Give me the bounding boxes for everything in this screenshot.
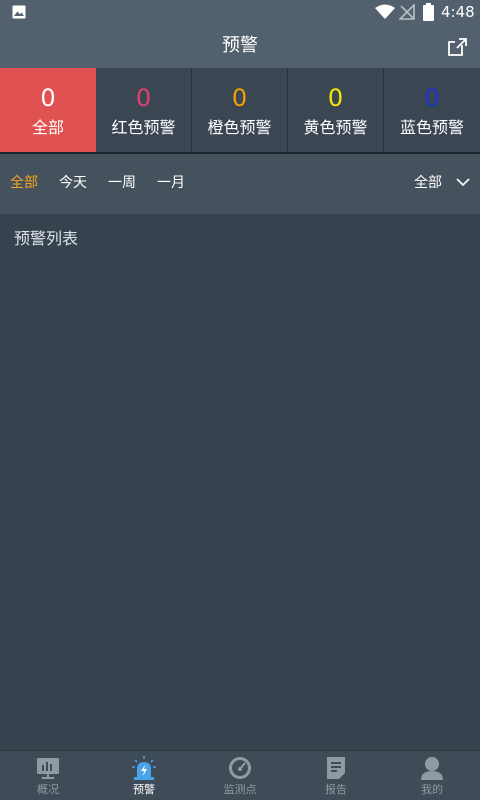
nav-label: 预警 — [133, 783, 155, 796]
dropdown-value: 全部 — [414, 175, 442, 191]
share-icon[interactable] — [446, 35, 470, 59]
battery-icon — [423, 3, 434, 21]
page-title: 预警 — [222, 35, 258, 56]
nav-label: 我的 — [421, 783, 443, 796]
no-signal-icon — [399, 4, 415, 20]
overview-chart-icon — [37, 758, 59, 779]
filter-tab-month[interactable]: 一月 — [157, 173, 185, 193]
user-icon — [421, 757, 443, 780]
filter-tab-all[interactable]: 全部 — [10, 173, 38, 193]
nav-item-monitoring-points[interactable]: 监测点 — [192, 751, 288, 800]
level-label: 蓝色预警 — [399, 118, 464, 137]
title-bar: 预警 — [0, 24, 480, 68]
level-count: 0 — [40, 84, 56, 112]
level-label: 红色预警 — [111, 118, 176, 137]
level-tab-red[interactable]: 0 红色预警 — [96, 68, 192, 152]
level-count: 0 — [327, 84, 344, 112]
warning-screen: 4:48 预警 0 全部 0 红色预警 0 橙色预警 0 黄色预警 0 蓝色预警 — [0, 0, 480, 800]
level-label: 橙色预警 — [207, 118, 272, 137]
level-count: 0 — [135, 84, 152, 112]
level-tab-all[interactable]: 0 全部 — [0, 68, 96, 152]
warning-list-title: 预警列表 — [14, 229, 79, 248]
chevron-down-icon — [456, 178, 470, 187]
nav-label: 监测点 — [223, 783, 257, 796]
wifi-icon — [375, 4, 395, 19]
time-filter-bar: 全部 今天 一周 一月 全部 — [0, 154, 480, 214]
level-label: 黄色预警 — [303, 118, 368, 137]
level-tab-blue[interactable]: 0 蓝色预警 — [384, 68, 480, 152]
filter-tab-week[interactable]: 一周 — [108, 173, 136, 193]
level-count: 0 — [231, 84, 248, 112]
level-tab-yellow[interactable]: 0 黄色预警 — [288, 68, 384, 152]
gauge-icon — [229, 757, 251, 779]
level-tab-orange[interactable]: 0 橙色预警 — [192, 68, 288, 152]
report-icon — [327, 757, 345, 779]
level-count: 0 — [424, 84, 440, 112]
nav-label: 概况 — [37, 783, 59, 796]
alarm-light-icon — [132, 756, 156, 780]
gallery-icon — [12, 5, 26, 19]
status-bar: 4:48 — [0, 0, 480, 24]
nav-item-report[interactable]: 报告 — [288, 751, 384, 800]
nav-item-mine[interactable]: 我的 — [384, 751, 480, 800]
nav-label: 报告 — [325, 783, 347, 796]
nav-item-overview[interactable]: 概况 — [0, 751, 96, 800]
warning-level-tabs: 0 全部 0 红色预警 0 橙色预警 0 黄色预警 0 蓝色预警 — [0, 68, 480, 152]
status-time: 4:48 — [441, 3, 475, 21]
bottom-navigation: 概况 预警 监测点 报告 我的 — [0, 750, 480, 800]
nav-item-warning[interactable]: 预警 — [96, 751, 192, 800]
filter-tab-today[interactable]: 今天 — [59, 173, 87, 193]
level-label: 全部 — [31, 118, 64, 137]
